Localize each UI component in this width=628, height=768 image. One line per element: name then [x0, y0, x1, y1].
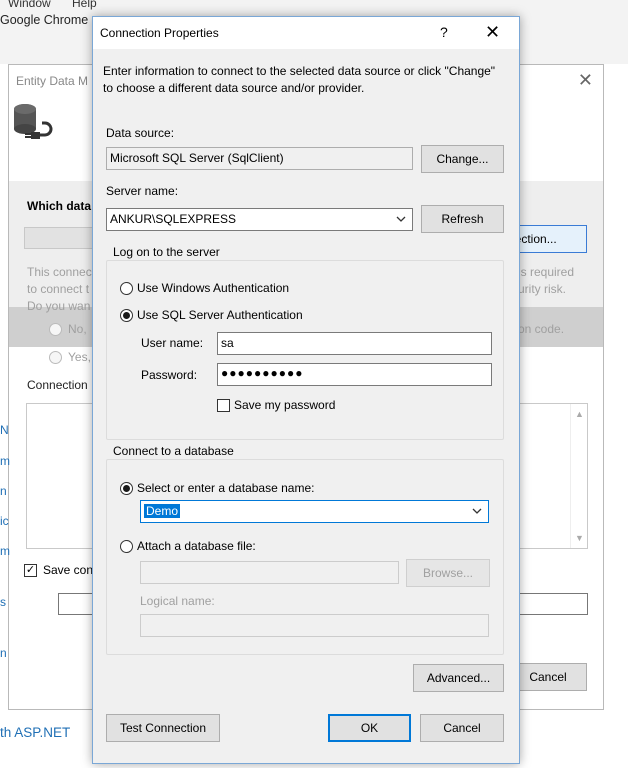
background-link-fragment[interactable]: m — [0, 544, 10, 558]
attach-file-input[interactable] — [140, 561, 399, 584]
scroll-down-icon[interactable]: ▼ — [575, 533, 584, 543]
background-link-fragment[interactable]: n — [0, 646, 7, 660]
background-link-fragment[interactable]: m — [0, 454, 10, 468]
browse-button[interactable]: Browse... — [406, 559, 490, 587]
aspnet-link[interactable]: th ASP.NET — [0, 725, 70, 740]
sql-auth-radio[interactable] — [120, 309, 133, 322]
user-name-input[interactable]: sa — [217, 332, 492, 355]
chevron-down-icon[interactable] — [396, 211, 406, 227]
logical-name-label: Logical name: — [140, 594, 215, 608]
dialog-titlebar: Connection Properties ? ✕ — [93, 17, 519, 49]
attach-database-radio[interactable] — [120, 540, 133, 553]
background-link-fragment[interactable]: ic — [0, 514, 9, 528]
dialog-title: Connection Properties — [100, 26, 219, 40]
database-connection-icon — [14, 104, 53, 139]
background-link-fragment[interactable]: n — [0, 484, 7, 498]
logon-group-title: Log on to the server — [110, 245, 223, 259]
database-name-value: Demo — [144, 504, 181, 518]
server-name-value: ANKUR\SQLEXPRESS — [110, 212, 237, 226]
wizard-info-text: is required — [518, 265, 575, 279]
password-input[interactable]: ●●●●●●●●●● — [217, 363, 492, 386]
server-name-label: Server name: — [106, 184, 179, 198]
cancel-button[interactable]: Cancel — [420, 714, 504, 742]
background-link-fragment[interactable]: s — [0, 595, 6, 609]
wizard-cancel-button[interactable]: Cancel — [509, 663, 587, 691]
background-link-fragment[interactable]: N — [0, 423, 9, 437]
windows-auth-label: Use Windows Authentication — [137, 281, 290, 295]
wizard-info-text: This connec — [27, 265, 92, 279]
menu-item-help[interactable]: Help — [72, 0, 97, 10]
database-name-combo[interactable]: Demo — [140, 500, 489, 523]
taskbar-label-chrome[interactable]: Google Chrome — [0, 13, 88, 27]
data-source-field: Microsoft SQL Server (SqlClient) — [106, 147, 413, 170]
scroll-up-icon[interactable]: ▲ — [575, 409, 584, 419]
wizard-save-checkbox[interactable]: ✓ — [24, 564, 37, 577]
advanced-button[interactable]: Advanced... — [413, 664, 504, 692]
sql-auth-label: Use SQL Server Authentication — [137, 308, 303, 322]
help-icon[interactable]: ? — [440, 24, 448, 40]
ok-button[interactable]: OK — [328, 714, 411, 742]
windows-auth-radio[interactable] — [120, 282, 133, 295]
data-source-label: Data source: — [106, 126, 175, 140]
wizard-code-text: on code. — [518, 322, 565, 336]
wizard-connection-label: Connection — [27, 378, 88, 392]
database-group-title: Connect to a database — [110, 444, 237, 458]
wizard-close-icon[interactable]: ✕ — [578, 70, 593, 91]
wizard-save-label: Save con — [43, 563, 94, 577]
wizard-connection-combo[interactable] — [24, 227, 96, 249]
wizard-radio-yes[interactable] — [49, 351, 62, 364]
wizard-info-text: urity risk. — [518, 282, 566, 296]
chevron-down-icon[interactable] — [472, 503, 482, 519]
close-icon[interactable]: ✕ — [485, 22, 500, 43]
attach-database-label: Attach a database file: — [137, 539, 256, 553]
save-password-label: Save my password — [234, 398, 336, 412]
change-button[interactable]: Change... — [421, 145, 504, 173]
wizard-info-text: to connect t — [27, 282, 90, 296]
wizard-scrollbar[interactable]: ▲ ▼ — [570, 404, 587, 548]
wizard-heading: Which data — [27, 199, 92, 213]
select-database-label: Select or enter a database name: — [137, 481, 315, 495]
logical-name-input[interactable] — [140, 614, 489, 637]
test-connection-button[interactable]: Test Connection — [106, 714, 220, 742]
connection-properties-dialog: Connection Properties ? ✕ Enter informat… — [92, 16, 520, 764]
menu-item-window[interactable]: Window — [8, 0, 51, 10]
wizard-radio-no-label: No, — [68, 322, 87, 336]
user-name-label: User name: — [141, 336, 204, 350]
wizard-radio-no[interactable] — [49, 323, 62, 336]
save-password-checkbox[interactable] — [217, 399, 230, 412]
dialog-intro-text: Enter information to connect to the sele… — [103, 64, 496, 95]
wizard-radio-yes-label: Yes, — [68, 350, 91, 364]
server-name-combo[interactable]: ANKUR\SQLEXPRESS — [106, 208, 413, 231]
wizard-info-text: Do you wan — [27, 299, 91, 313]
select-database-radio[interactable] — [120, 482, 133, 495]
refresh-button[interactable]: Refresh — [421, 205, 504, 233]
wizard-title: Entity Data M — [16, 74, 89, 88]
password-label: Password: — [141, 368, 198, 382]
password-mask: ●●●●●●●●●● — [221, 366, 304, 380]
